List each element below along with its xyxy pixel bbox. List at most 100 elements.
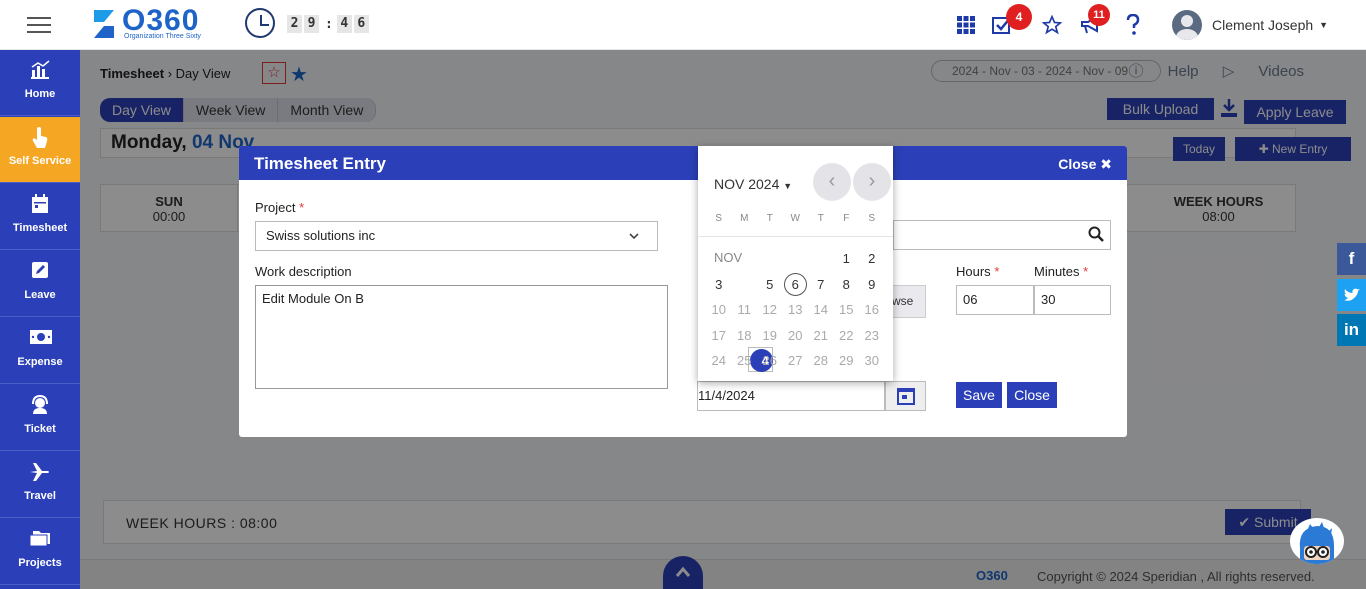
app-logo[interactable]: O360 Organization Three Sixty (90, 4, 225, 44)
user-menu[interactable]: Clement Joseph ▼ (1172, 10, 1328, 40)
required-marker: * (299, 200, 305, 215)
calendar-day-29: 29 (839, 353, 854, 368)
calendar-empty-cell (757, 246, 783, 272)
calendar-week-row: 24 25 26 27 28 29 30 (706, 348, 886, 374)
hand-pointer-icon (29, 127, 51, 149)
entry-date-input[interactable]: 11/4/2024 (697, 381, 885, 411)
calendar-day-1[interactable]: 1 (834, 246, 860, 272)
calendar-day-5[interactable]: 5 (757, 272, 783, 298)
weekday-label: M (740, 213, 749, 224)
sidebar-item-home[interactable]: Home (0, 50, 80, 116)
calendar-day-8[interactable]: 8 (834, 272, 860, 298)
sidebar-item-self-service[interactable]: Self Service (0, 117, 80, 183)
announcement-badge: 11 (1088, 4, 1110, 26)
calendar-week-row: 10 11 12 13 14 15 16 (706, 297, 886, 323)
minutes-label-text: Minutes (1034, 264, 1080, 279)
calendar-day-6[interactable]: 6 (783, 272, 809, 298)
calendar-day-19: 19 (762, 327, 777, 343)
next-month-button[interactable]: › (853, 163, 891, 201)
calendar-button[interactable] (885, 381, 926, 411)
chevron-down-icon: ▼ (1319, 20, 1329, 30)
sidebar: Home Self Service Timesheet Leave Expens… (0, 50, 80, 589)
calendar-day-11: 11 (737, 302, 752, 317)
timer-digit: 9 (304, 15, 319, 33)
money-icon (29, 328, 52, 350)
minutes-label: Minutes * (1034, 264, 1088, 279)
search-icon (1088, 226, 1104, 242)
weekday-label: S (715, 213, 723, 224)
calendar-day-3[interactable]: 3 (706, 272, 732, 298)
project-label: Project * (255, 200, 304, 215)
sidebar-item-projects[interactable]: Projects (0, 519, 80, 585)
project-select[interactable]: Swiss solutions inc (255, 221, 658, 251)
close-button[interactable]: Close (1007, 382, 1057, 408)
facebook-icon[interactable]: f (1337, 243, 1366, 275)
calendar-week-row: 12 (706, 246, 886, 272)
calendar-day-13: 13 (788, 302, 803, 317)
project-select-value: Swiss solutions inc (266, 228, 376, 243)
calendar-day-2[interactable]: 2 (859, 246, 885, 272)
clock-icon (245, 8, 275, 38)
calendar-day-15: 15 (839, 302, 854, 317)
project-label-text: Project (255, 200, 296, 215)
sidebar-item-travel[interactable]: Travel (0, 452, 80, 518)
plane-icon (29, 462, 51, 484)
weekday-header: SMTWTFS (706, 213, 886, 224)
work-description-label: Work description (255, 264, 352, 279)
calendar-day-28: 28 (813, 353, 828, 368)
linkedin-icon[interactable]: in (1337, 314, 1366, 346)
twitter-icon[interactable] (1337, 279, 1366, 311)
required-marker: * (994, 264, 1000, 279)
hours-input[interactable]: 06 (956, 285, 1034, 315)
tasks-badge: 4 (1006, 4, 1032, 30)
sidebar-item-label: Projects (18, 557, 62, 569)
sidebar-item-label: Ticket (24, 423, 56, 435)
calendar-empty-cell (783, 246, 809, 272)
calendar-day-7[interactable]: 7 (808, 272, 834, 298)
calendar-day-21: 21 (813, 327, 828, 343)
help-question-icon[interactable] (1122, 13, 1144, 36)
calendar-empty-cell (706, 246, 732, 272)
calendar-day-26: 26 (762, 353, 777, 368)
sidebar-item-ticket[interactable]: Ticket (0, 385, 80, 451)
calendar-day-24: 24 (711, 353, 726, 368)
work-description-textarea[interactable]: Edit Module On B (255, 285, 668, 389)
prev-month-button[interactable]: ‹ (813, 163, 851, 201)
logo-mark-icon (94, 10, 114, 38)
chatbot-avatar[interactable] (1290, 518, 1344, 564)
favorites-star-icon[interactable] (1041, 14, 1063, 36)
sidebar-item-leave[interactable]: Leave (0, 251, 80, 317)
calendar-day-30: 30 (864, 353, 879, 368)
month-year-select[interactable]: NOV 2024 ▼ (714, 176, 792, 192)
sidebar-item-expense[interactable]: Expense (0, 318, 80, 384)
calendar-empty-cell (808, 246, 834, 272)
calendar-icon (897, 388, 915, 405)
timer-digit: 4 (336, 15, 352, 33)
edit-icon (29, 261, 51, 283)
folder-icon (29, 529, 51, 551)
calendar-day-27: 27 (788, 353, 803, 368)
task-search-input[interactable] (893, 220, 1111, 250)
minutes-input[interactable]: 30 (1034, 285, 1111, 315)
sidebar-item-timesheet[interactable]: Timesheet (0, 184, 80, 250)
calendar-day-12: 12 (762, 302, 777, 317)
weekday-label: F (843, 213, 850, 224)
apps-grid-icon[interactable] (955, 14, 977, 36)
hamburger-menu-icon[interactable] (27, 17, 51, 33)
sidebar-item-label: Travel (24, 490, 56, 502)
dialog-header: Timesheet Entry Close ✖ (239, 146, 1127, 180)
dialog-close-button[interactable]: Close ✖ (1058, 156, 1112, 173)
caret-down-icon: ▼ (783, 181, 793, 191)
calendar-day-16: 16 (864, 302, 879, 317)
calendar-day-9[interactable]: 9 (859, 272, 885, 298)
dialog-title: Timesheet Entry (254, 154, 386, 173)
timer-digit: 6 (353, 15, 369, 33)
datepicker-popup: NOV 2024 ▼ ‹ › SMTWTFS NOV 1 2 3 4 5 6 7 8 9 10 11… (698, 146, 893, 381)
calendar-week-row: 17 18 19 20 21 22 23 (706, 323, 886, 349)
sidebar-item-label: Timesheet (12, 222, 68, 234)
headset-icon (29, 394, 51, 417)
calendar-day-20: 20 (788, 327, 803, 343)
sidebar-item-label: Home (24, 88, 56, 100)
timer-digit: 2 (287, 15, 302, 33)
save-button[interactable]: Save (956, 382, 1002, 408)
